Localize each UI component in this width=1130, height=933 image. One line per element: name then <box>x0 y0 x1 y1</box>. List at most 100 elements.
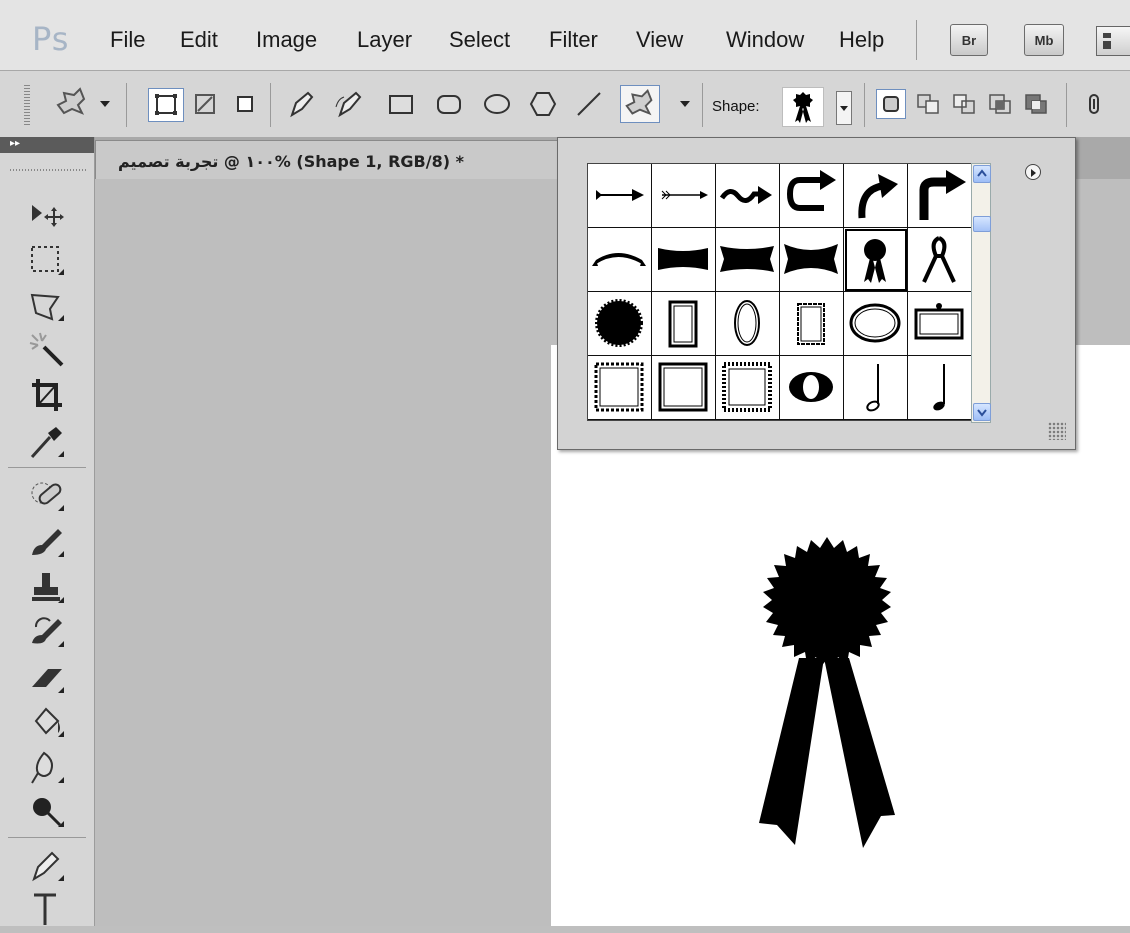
type-tool-icon[interactable] <box>28 889 70 929</box>
tool-separator <box>8 837 86 838</box>
shape-layers-icon[interactable] <box>148 88 184 122</box>
chevron-down-icon[interactable] <box>680 101 690 107</box>
subtract-mode-icon[interactable] <box>950 89 980 119</box>
shape-grid[interactable] <box>587 163 973 421</box>
shape-arrow-1[interactable] <box>588 164 652 228</box>
menu-select[interactable]: Select <box>449 27 510 53</box>
options-bar-grip[interactable] <box>24 85 30 125</box>
separator <box>270 83 271 127</box>
photoshop-logo: Ps <box>32 20 70 58</box>
pen-tool-icon[interactable] <box>28 847 70 887</box>
history-brush-tool-icon[interactable] <box>28 613 70 653</box>
shape-frame-6[interactable] <box>588 356 652 420</box>
shape-frame-8[interactable] <box>716 356 780 420</box>
menu-filter[interactable]: Filter <box>549 27 598 53</box>
rounded-rectangle-icon[interactable] <box>434 89 464 119</box>
eraser-tool-icon[interactable] <box>28 659 70 699</box>
pen-icon[interactable] <box>286 89 316 119</box>
menu-separator <box>916 20 917 60</box>
scroll-down-button[interactable] <box>973 403 991 421</box>
mini-bridge-button[interactable]: Mb <box>1024 24 1064 56</box>
shape-banner-1[interactable] <box>588 228 652 292</box>
shape-quarter-note[interactable] <box>908 356 972 420</box>
bridge-button[interactable]: Br <box>950 24 988 56</box>
shape-dropdown-button[interactable] <box>836 91 852 125</box>
menu-edit[interactable]: Edit <box>180 27 218 53</box>
menu-layer[interactable]: Layer <box>357 27 412 53</box>
shape-label: Shape: <box>712 98 760 115</box>
shape-frame-2[interactable] <box>716 292 780 356</box>
marquee-tool-icon[interactable] <box>28 241 70 281</box>
shape-preview[interactable] <box>782 87 824 127</box>
scroll-thumb[interactable] <box>973 216 991 232</box>
shape-arrow-3[interactable] <box>716 164 780 228</box>
clone-stamp-tool-icon[interactable] <box>28 569 70 609</box>
separator <box>126 83 127 127</box>
separator <box>702 83 703 127</box>
shape-frame-7[interactable] <box>652 356 716 420</box>
shape-banner-2[interactable] <box>652 228 716 292</box>
shape-ribbon-1[interactable] <box>908 228 972 292</box>
shape-frame-4[interactable] <box>844 292 908 356</box>
chevron-down-icon[interactable] <box>100 101 110 107</box>
paint-bucket-tool-icon[interactable] <box>28 703 70 743</box>
shape-seal[interactable] <box>588 292 652 356</box>
tools-panel: ▸▸ <box>0 137 95 926</box>
panel-grip[interactable] <box>10 169 86 171</box>
shape-arrow-4[interactable] <box>780 164 844 228</box>
lasso-tool-icon[interactable] <box>28 287 70 327</box>
move-tool-icon[interactable] <box>28 195 70 235</box>
polygon-icon[interactable] <box>528 89 558 119</box>
link-icon[interactable] <box>1080 89 1110 119</box>
document-tab[interactable]: ١٠٠ @ تجربة تصميم% (Shape 1, RGB/8) * <box>95 140 569 180</box>
shape-frame-5[interactable] <box>908 292 972 356</box>
options-bar: Shape: <box>0 71 1130 138</box>
shape-grid-scrollbar[interactable] <box>971 163 991 423</box>
fill-pixels-icon[interactable] <box>230 89 260 119</box>
document-title: ١٠٠ @ تجربة تصميم% (Shape 1, RGB/8) * <box>118 152 464 171</box>
picker-menu-button[interactable] <box>1025 164 1041 180</box>
ellipse-icon[interactable] <box>482 89 512 119</box>
intersect-mode-icon[interactable] <box>986 89 1016 119</box>
custom-shape-icon[interactable] <box>620 85 660 123</box>
menu-window[interactable]: Window <box>726 27 804 53</box>
resize-grip-icon[interactable] <box>1048 422 1066 440</box>
healing-brush-tool-icon[interactable] <box>28 477 70 517</box>
menu-image[interactable]: Image <box>256 27 317 53</box>
line-icon[interactable] <box>574 89 604 119</box>
scroll-up-button[interactable] <box>973 165 991 183</box>
menu-help[interactable]: Help <box>839 27 884 53</box>
separator <box>1066 83 1067 127</box>
shape-half-note[interactable] <box>844 356 908 420</box>
brush-tool-icon[interactable] <box>28 523 70 563</box>
paths-icon[interactable] <box>190 89 220 119</box>
custom-shape-tool-icon[interactable] <box>52 85 92 121</box>
rectangle-icon[interactable] <box>386 89 416 119</box>
shape-banner-3[interactable] <box>716 228 780 292</box>
shape-frame-9[interactable] <box>780 356 844 420</box>
shape-arrow-5[interactable] <box>844 164 908 228</box>
tool-separator <box>8 467 86 468</box>
shape-frame-1[interactable] <box>652 292 716 356</box>
tools-panel-header[interactable]: ▸▸ <box>0 137 94 153</box>
freeform-pen-icon[interactable] <box>334 89 364 119</box>
dodge-tool-icon[interactable] <box>28 793 70 833</box>
custom-shape-picker <box>557 137 1076 450</box>
shape-frame-3[interactable] <box>780 292 844 356</box>
crop-tool-icon[interactable] <box>28 377 70 417</box>
menu-view[interactable]: View <box>636 27 683 53</box>
shape-ribbon-award[interactable] <box>844 228 908 292</box>
magic-wand-tool-icon[interactable] <box>28 331 70 371</box>
arrange-documents-icon[interactable] <box>1096 26 1130 56</box>
shape-arrow-2[interactable] <box>652 164 716 228</box>
shape-banner-4[interactable] <box>780 228 844 292</box>
new-layer-mode-icon[interactable] <box>876 89 906 119</box>
menu-file[interactable]: File <box>110 27 145 53</box>
blur-tool-icon[interactable] <box>28 749 70 789</box>
separator <box>864 83 865 127</box>
menu-bar: Ps File Edit Image Layer Select Filter V… <box>0 0 1130 71</box>
shape-arrow-6[interactable] <box>908 164 972 228</box>
add-mode-icon[interactable] <box>914 89 944 119</box>
eyedropper-tool-icon[interactable] <box>28 423 70 463</box>
exclude-mode-icon[interactable] <box>1022 89 1052 119</box>
